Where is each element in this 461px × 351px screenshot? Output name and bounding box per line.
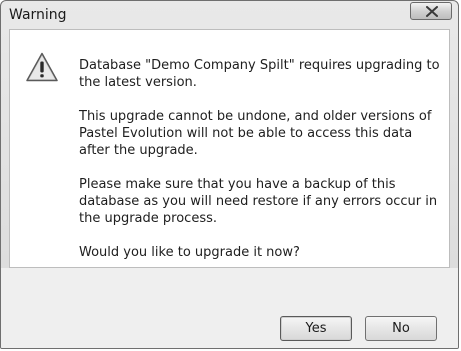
title-bar[interactable]: Warning [1, 1, 458, 29]
message-area: Database "Demo Company Spilt" requires u… [9, 29, 450, 268]
close-button[interactable] [410, 2, 452, 20]
message-paragraph: Would you like to upgrade it now? [79, 245, 300, 260]
yes-button[interactable]: Yes [280, 316, 352, 341]
warning-triangle-icon [26, 52, 58, 82]
warning-dialog: Warning Database "Demo Company Spilt" re… [0, 0, 459, 349]
dialog-title: Warning [9, 7, 67, 23]
message-text: Database "Demo Company Spilt" requires u… [79, 57, 441, 278]
message-paragraph: This upgrade cannot be undone, and older… [79, 109, 432, 158]
button-bar: Yes No [1, 268, 458, 348]
no-button[interactable]: No [365, 316, 437, 341]
message-paragraph: Database "Demo Company Spilt" requires u… [79, 58, 440, 90]
close-icon [426, 6, 438, 17]
message-paragraph: Please make sure that you have a backup … [79, 177, 438, 226]
